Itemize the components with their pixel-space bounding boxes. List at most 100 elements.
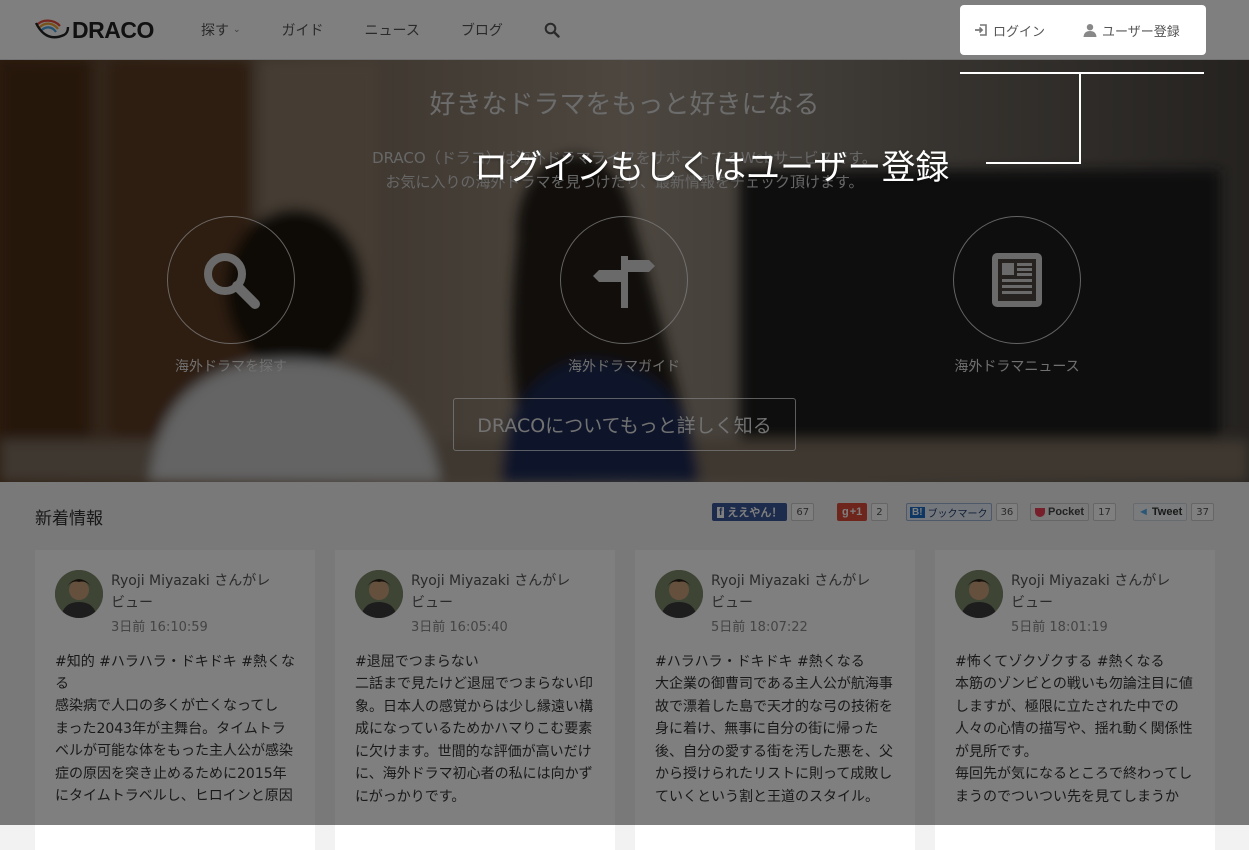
- review-card-meta: Ryoji Miyazaki さんがレ ビュー 5日前 18:07:22: [711, 570, 870, 635]
- review-text-line: に、海外ドラマ初心者の私には向かず: [355, 766, 593, 782]
- share-label: Pocket: [1048, 506, 1085, 518]
- share-label: ブックマーク: [927, 508, 988, 520]
- hero-title: 好きなドラマをもっと好きになる: [429, 90, 820, 120]
- feature-drama-guide[interactable]: 海外ドラマガイド: [529, 216, 719, 376]
- review-text-line: ていくという割と王道のスタイル。: [655, 788, 879, 805]
- review-text-line: 象。日本人の感覚からは少し縁遠い構: [355, 698, 593, 715]
- twitter-share[interactable]: ◄ Tweet 37: [1133, 502, 1214, 522]
- share-count: 37: [1191, 503, 1214, 521]
- share-label: ええやん！: [727, 507, 783, 519]
- facebook-icon: f: [717, 506, 725, 518]
- register-link[interactable]: ユーザー登録: [1083, 21, 1180, 40]
- search-icon[interactable]: [544, 22, 560, 38]
- review-user[interactable]: Ryoji Miyazaki さんがレ ビュー: [411, 570, 570, 614]
- review-card-header: Ryoji Miyazaki さんがレ ビュー 5日前 18:01:19: [955, 570, 1195, 635]
- review-text-line: 成になっているためかハマりこむ要素: [355, 721, 593, 737]
- feature-circle: [560, 216, 688, 344]
- avatar[interactable]: [655, 570, 703, 618]
- review-user[interactable]: Ryoji Miyazaki さんがレ ビュー: [711, 570, 870, 614]
- nav-item-search[interactable]: 探す ⌄: [201, 20, 241, 40]
- share-count: 17: [1093, 503, 1116, 521]
- avatar[interactable]: [955, 570, 1003, 618]
- nav-item-news[interactable]: ニュース: [365, 20, 420, 40]
- review-text-line: 後、自分の愛する街を汚した悪を、父: [655, 743, 893, 760]
- avatar-image: [655, 570, 703, 618]
- avatar[interactable]: [55, 570, 103, 618]
- review-user-line: Ryoji Miyazaki さんがレ: [711, 573, 871, 589]
- review-tags: #知的 #ハラハラ・ドキドキ #熱くな る: [55, 651, 295, 695]
- login-label: ログイン: [993, 24, 1046, 40]
- avatar-image: [55, 570, 103, 618]
- signpost-icon: [593, 256, 655, 308]
- callout-line: [960, 72, 1204, 74]
- review-user-line: ビュー: [711, 595, 753, 611]
- google-plus-share[interactable]: g +1 2: [837, 502, 888, 522]
- review-card-meta: Ryoji Miyazaki さんがレ ビュー 3日前 16:05:40: [411, 570, 570, 635]
- google-plus-button[interactable]: g +1: [837, 503, 868, 521]
- login-link[interactable]: ログイン: [974, 21, 1045, 40]
- hatena-bookmark-button[interactable]: B! ブックマーク: [906, 503, 992, 521]
- review-tags-line: #知的 #ハラハラ・ドキドキ #熱くな: [55, 654, 295, 670]
- share-count: 67: [791, 503, 815, 521]
- review-text-line: 感染病で人口の多くが亡くなってし: [55, 698, 279, 714]
- review-text: 大企業の御曹司である主人公が航海事 故で漂着した島で天才的な弓の技術を 身に着け…: [655, 673, 895, 808]
- nav-item-guide[interactable]: ガイド: [282, 20, 324, 40]
- review-tags: #怖くてゾクゾクする #熱くなる: [955, 651, 1195, 673]
- review-text: 感染病で人口の多くが亡くなってし まった2043年が主舞台。タイムトラ ベルが可…: [55, 695, 295, 808]
- feature-circle: [953, 216, 1081, 344]
- review-text-line: にタイムトラベルし、ヒロインと原因: [55, 788, 293, 804]
- review-text-line: 人々の心情の描写や、揺れ動く関係性: [955, 721, 1193, 737]
- review-card-meta: Ryoji Miyazaki さんがレ ビュー 3日前 16:10:59: [111, 570, 270, 635]
- callout-line: [986, 162, 1081, 164]
- nav-item-label: ブログ: [460, 23, 503, 39]
- nav-item-blog[interactable]: ブログ: [461, 20, 503, 40]
- facebook-like-button[interactable]: f ええやん！: [712, 503, 788, 521]
- about-draco-button[interactable]: DRACOについてもっと詳しく知る: [453, 398, 796, 451]
- register-label: ユーザー登録: [1102, 24, 1180, 40]
- review-tags: #ハラハラ・ドキドキ #熱くなる: [655, 651, 895, 673]
- feature-label: 海外ドラマを探す: [175, 359, 287, 375]
- hatena-share[interactable]: B! ブックマーク 36: [906, 502, 1019, 522]
- review-card[interactable]: Ryoji Miyazaki さんがレ ビュー 3日前 16:05:40 #退屈…: [335, 550, 615, 850]
- pocket-button[interactable]: Pocket: [1030, 503, 1090, 521]
- callout-line: [1079, 72, 1081, 164]
- review-card-meta: Ryoji Miyazaki さんがレ ビュー 5日前 18:01:19: [1011, 570, 1170, 635]
- review-text-line: 毎回先が気になるところで終わってし: [955, 766, 1193, 782]
- avatar-image: [355, 570, 403, 618]
- review-user-line: ビュー: [111, 595, 153, 611]
- review-tags-line: る: [55, 676, 69, 692]
- review-card[interactable]: Ryoji Miyazaki さんがレ ビュー 3日前 16:10:59 #知的…: [35, 550, 315, 850]
- review-card[interactable]: Ryoji Miyazaki さんがレ ビュー 5日前 18:01:19 #怖く…: [935, 550, 1215, 850]
- review-text-line: しますが、極限に立たされた中での: [955, 698, 1179, 715]
- review-user-line: Ryoji Miyazaki さんがレ: [1011, 573, 1171, 589]
- hero: 好きなドラマをもっと好きになる DRACO（ドラコ）は海外ドラマライフをサポート…: [0, 60, 1249, 482]
- nav-item-label: 探す: [201, 23, 229, 39]
- google-plus-icon: g: [842, 506, 849, 518]
- review-text: 本筋のゾンビとの戦いも勿論注目に値 しますが、極限に立たされた中での 人々の心情…: [955, 673, 1195, 808]
- avatar[interactable]: [355, 570, 403, 618]
- review-timestamp: 3日前 16:05:40: [411, 620, 508, 635]
- review-user[interactable]: Ryoji Miyazaki さんがレ ビュー: [1011, 570, 1170, 614]
- pocket-share[interactable]: Pocket 17: [1030, 502, 1116, 522]
- hatena-icon: B!: [910, 506, 925, 518]
- nav-item-label: ガイド: [281, 23, 324, 39]
- review-user-line: ビュー: [411, 595, 453, 611]
- logo-mark-icon: [34, 19, 70, 39]
- user-icon: [1083, 24, 1097, 37]
- feature-search-dramas[interactable]: 海外ドラマを探す: [136, 216, 326, 376]
- review-tags-line: #ハラハラ・ドキドキ #熱くなる: [655, 654, 865, 670]
- logo[interactable]: DRACO: [34, 14, 154, 46]
- share-label: Tweet: [1151, 506, 1183, 518]
- tweet-button[interactable]: ◄ Tweet: [1133, 503, 1188, 521]
- review-tags-line: #怖くてゾクゾクする #熱くなる: [955, 654, 1165, 670]
- review-user-line: Ryoji Miyazaki さんがレ: [411, 573, 571, 589]
- feature-drama-news[interactable]: 海外ドラマニュース: [922, 216, 1112, 376]
- review-text-line: ベルが可能な体をもった主人公が感染: [55, 743, 293, 759]
- review-tags: #退屈でつまらない: [355, 651, 595, 673]
- review-card[interactable]: Ryoji Miyazaki さんがレ ビュー 5日前 18:07:22 #ハラ…: [635, 550, 915, 850]
- highlighted-auth-panel: ログイン ユーザー登録: [960, 5, 1206, 55]
- review-user[interactable]: Ryoji Miyazaki さんがレ ビュー: [111, 570, 270, 614]
- facebook-share[interactable]: f ええやん！ 67: [712, 502, 815, 522]
- feature-label: 海外ドラマニュース: [954, 359, 1080, 375]
- review-text-line: にがっかりです。: [355, 788, 466, 805]
